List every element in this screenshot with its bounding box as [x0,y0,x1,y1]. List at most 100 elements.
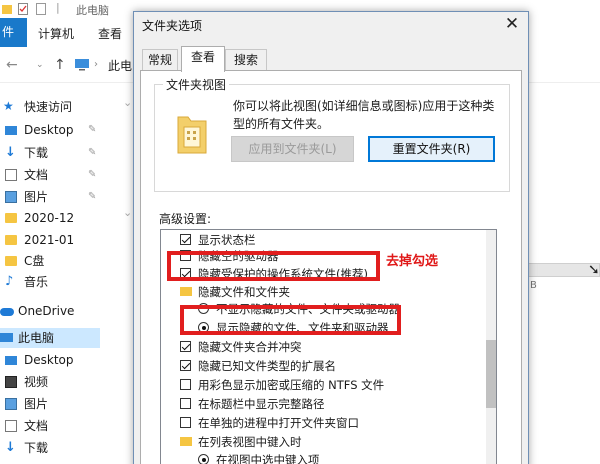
pin-icon: ✎ [88,169,97,180]
properties-icon[interactable] [18,3,29,15]
sidebar-item-videos[interactable]: 视频 [0,372,100,392]
option-label: 在列表视图中键入时 [198,435,302,449]
sidebar-item-desktop[interactable]: Desktop ✎ [0,120,100,140]
video-icon [5,376,17,388]
close-button[interactable]: ✕ [498,13,526,35]
option-hide-extensions[interactable]: 隐藏已知文件类型的扩展名 [180,358,336,375]
cloud-icon [0,308,14,316]
mouse-cursor-icon: ➘ [588,262,600,278]
sidebar-item-label: 2020-12 [24,211,75,225]
sidebar-item-label: OneDrive [18,304,75,318]
sidebar-item-this-pc[interactable]: 此电脑 [0,328,100,348]
radio[interactable] [198,454,209,464]
option-label: 隐藏已知文件类型的扩展名 [198,359,336,373]
apply-to-folders-button[interactable]: 应用到文件夹(L) [231,136,354,162]
chevron-down-icon[interactable]: ⌄ [123,206,132,219]
checkbox[interactable] [180,417,191,428]
sidebar-item-label: Desktop [24,353,74,367]
picture-icon [5,191,17,203]
sidebar-item-c-drive[interactable]: C盘 [0,251,100,271]
sidebar-item-documents[interactable]: 文档 ✎ [0,165,100,185]
desktop-icon [5,356,17,365]
sidebar-item-label: 图片 [24,397,49,411]
option-separate-process[interactable]: 在单独的进程中打开文件夹窗口 [180,415,359,432]
option-show-status-bar[interactable]: 显示状态栏 [180,232,256,249]
sidebar-item-label: 此电脑 [18,331,55,345]
address-text[interactable]: 此电 [108,57,132,74]
annotation-uncheck-text: 去掉勾选 [386,254,439,269]
chevron-down-icon[interactable]: ⌄ [123,96,132,109]
sidebar-item-pictures[interactable]: 图片 ✎ [0,187,100,207]
music-icon: ♪ [5,274,14,289]
sidebar-item-downloads[interactable]: ↓ 下载 ✎ [0,143,100,163]
pin-icon: ✎ [88,124,97,135]
sidebar-item-pc-pictures[interactable]: 图片 [0,394,100,414]
tab-view[interactable]: 查看 [181,46,225,72]
sidebar-item-pc-documents[interactable]: 文档 [0,416,100,436]
sidebar-item-2020-12[interactable]: 2020-12 [0,208,100,228]
option-color-ntfs[interactable]: 用彩色显示加密或压缩的 NTFS 文件 [180,377,384,394]
download-icon: ↓ [5,145,16,160]
option-label: 在单独的进程中打开文件夹窗口 [198,416,359,430]
navigation-pane: ★ 快速访问 Desktop ✎ ↓ 下载 ✎ 文档 ✎ 图片 ✎ 2020-1… [0,83,112,464]
new-folder-icon[interactable] [36,3,47,15]
document-icon [5,420,17,432]
option-group-hidden-files: 隐藏文件和文件夹 [180,284,290,301]
separator: | [56,1,60,14]
option-hide-merge-conflicts[interactable]: 隐藏文件夹合并冲突 [180,339,302,356]
highlight-show-hidden [180,305,401,335]
option-label: 在标题栏中显示完整路径 [198,397,325,411]
option-label: 隐藏文件夹合并冲突 [198,340,302,354]
tab-search[interactable]: 搜索 [225,49,267,71]
sidebar-item-label: 音乐 [24,275,49,289]
checkbox[interactable] [180,234,191,245]
option-label: 用彩色显示加密或压缩的 NTFS 文件 [198,378,385,392]
folder-view-icon [177,116,207,154]
pin-icon: ✎ [88,147,97,158]
sidebar-item-2021-01[interactable]: 2021-01 [0,230,100,250]
sidebar-item-quick-access[interactable]: ★ 快速访问 [0,97,100,117]
sidebar-item-label: 2021-01 [24,233,75,247]
option-full-path-title[interactable]: 在标题栏中显示完整路径 [180,396,325,413]
option-label: 显示状态栏 [198,233,256,247]
sidebar-item-label: 视频 [24,375,49,389]
sidebar-item-label: 快速访问 [24,100,73,114]
sidebar-item-onedrive[interactable]: OneDrive [0,301,100,321]
drive-text: B [530,280,537,291]
option-select-typed-item[interactable]: 在视图中选中键入项 [198,452,320,464]
folder-icon [180,437,192,446]
file-tab[interactable]: 件 [0,18,27,47]
back-arrow-icon[interactable]: ← [6,57,18,73]
up-arrow-icon[interactable]: ↑ [54,57,66,73]
folder-quick-icon [2,5,12,14]
tab-general[interactable]: 常规 [142,49,178,71]
tree-scrollbar-thumb[interactable] [486,340,496,408]
folder-icon [180,287,192,296]
checkbox[interactable] [180,341,191,352]
sidebar-item-pc-downloads[interactable]: ↓ 下载 [0,438,100,458]
checkbox[interactable] [180,398,191,409]
tab-computer[interactable]: 计算机 [38,25,74,42]
sidebar-item-label: Desktop [24,123,74,137]
pc-icon [75,59,89,71]
desktop-icon [5,126,17,135]
option-label: 在视图中选中键入项 [216,453,320,464]
sidebar-item-label: 文档 [24,419,49,433]
sidebar-item-pc-desktop[interactable]: Desktop [0,350,100,370]
picture-icon [5,398,17,410]
sidebar-item-music[interactable]: ♪ 音乐 [0,272,100,292]
checkbox[interactable] [180,379,191,390]
folder-icon [5,213,17,223]
folder-view-legend: 文件夹视图 [163,76,230,93]
folder-icon [5,235,17,245]
tab-view[interactable]: 查看 [98,25,122,42]
pin-icon: ✎ [88,191,97,202]
reset-folders-button[interactable]: 重置文件夹(R) [368,136,495,162]
option-label: 隐藏文件和文件夹 [198,285,290,299]
folder-icon [5,256,17,266]
sidebar-item-label: 文档 [24,168,49,182]
chevron-down-icon[interactable]: ⌄ [36,60,44,70]
breadcrumb-chevron-icon: › [94,59,98,70]
option-group-list-typing: 在列表视图中键入时 [180,434,302,451]
checkbox[interactable] [180,360,191,371]
